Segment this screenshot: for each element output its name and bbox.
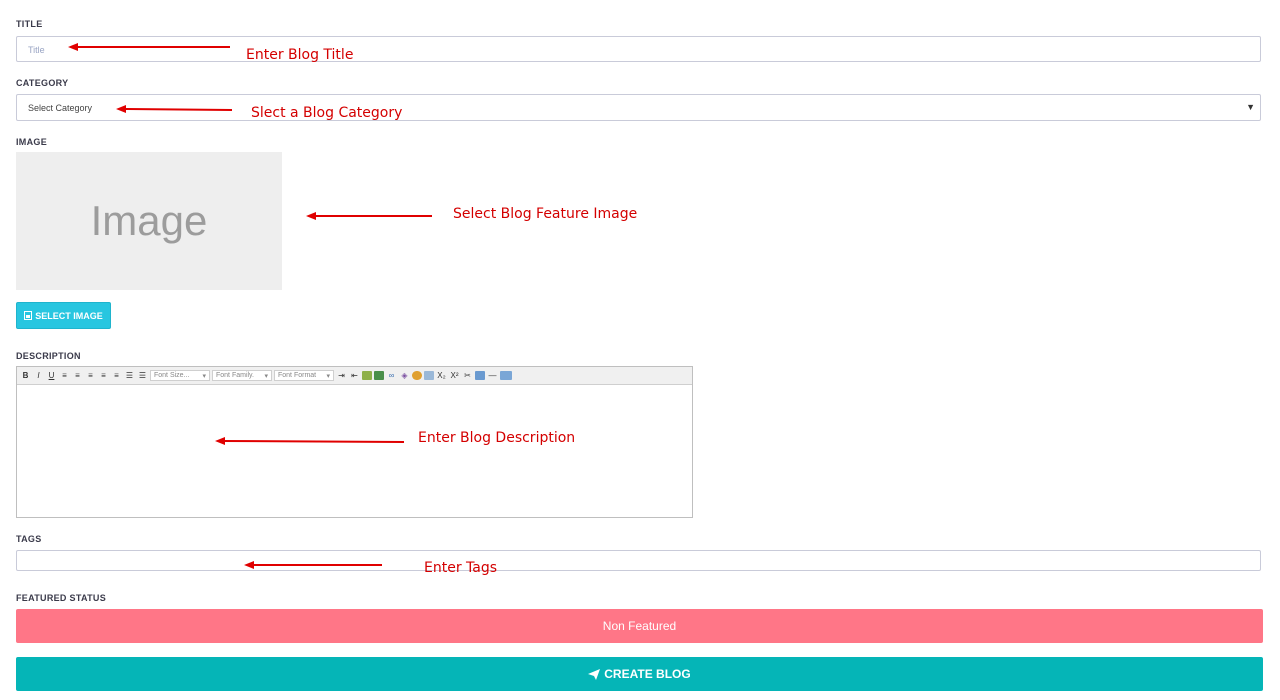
editor-toolbar: B I U ≡ ≡ ≡ ≡ ≡ ☰ ☰ Font Size... ▾ Font … bbox=[17, 367, 692, 385]
font-size-label: Font Size... bbox=[154, 372, 190, 379]
select-image-label: SELECT IMAGE bbox=[35, 310, 103, 321]
insert-link-icon[interactable] bbox=[374, 371, 384, 380]
italic-button[interactable]: I bbox=[33, 370, 44, 381]
bold-button[interactable]: B bbox=[20, 370, 31, 381]
outdent-icon[interactable]: ⇤ bbox=[349, 370, 360, 381]
arrow-description-icon bbox=[215, 437, 405, 445]
font-family-caret-icon: ▾ bbox=[264, 372, 268, 380]
create-blog-button[interactable]: CREATE BLOG bbox=[16, 657, 1263, 691]
annotation-tags: Enter Tags bbox=[424, 560, 498, 576]
image-preview[interactable]: Image bbox=[16, 152, 282, 290]
table-icon[interactable] bbox=[424, 371, 434, 380]
insert-image-icon[interactable] bbox=[362, 371, 372, 380]
strikethrough-icon[interactable]: ≡ bbox=[59, 370, 70, 381]
image-placeholder-text: Image bbox=[90, 197, 208, 244]
font-format-caret-icon: ▾ bbox=[326, 372, 330, 380]
image-file-icon bbox=[24, 311, 33, 320]
font-format-select[interactable]: Font Format ▾ bbox=[274, 370, 334, 381]
align-left-icon[interactable]: ≡ bbox=[72, 370, 83, 381]
category-selected-value: Select Category bbox=[28, 103, 93, 113]
unlink-icon[interactable]: ∞ bbox=[386, 370, 397, 381]
subscript-button[interactable]: X₂ bbox=[436, 370, 447, 381]
align-center-icon[interactable]: ≡ bbox=[85, 370, 96, 381]
paper-plane-icon bbox=[588, 668, 601, 680]
featured-status-label: FEATURED STATUS bbox=[16, 593, 106, 603]
select-image-button[interactable]: SELECT IMAGE bbox=[16, 302, 111, 329]
font-family-label: Font Family. bbox=[216, 372, 254, 379]
arrow-tags-icon bbox=[244, 561, 382, 569]
underline-button[interactable]: U bbox=[46, 370, 57, 381]
caret-down-icon: ▼ bbox=[1246, 102, 1255, 112]
title-placeholder: Title bbox=[28, 45, 45, 55]
horizontal-rule-icon[interactable]: — bbox=[487, 370, 498, 381]
superscript-button[interactable]: X² bbox=[449, 370, 460, 381]
numbered-list-icon[interactable]: ☰ bbox=[137, 370, 148, 381]
bullet-list-icon[interactable]: ☰ bbox=[124, 370, 135, 381]
font-size-select[interactable]: Font Size... ▾ bbox=[150, 370, 210, 381]
font-family-select[interactable]: Font Family. ▾ bbox=[212, 370, 272, 381]
featured-status-value: Non Featured bbox=[602, 619, 677, 633]
category-label: CATEGORY bbox=[16, 78, 69, 88]
color-icon[interactable] bbox=[412, 371, 422, 380]
create-blog-label: CREATE BLOG bbox=[604, 667, 691, 681]
arrow-title-icon bbox=[68, 43, 230, 51]
title-label: TITLE bbox=[16, 19, 43, 29]
image-label: IMAGE bbox=[16, 137, 48, 147]
description-label: DESCRIPTION bbox=[16, 351, 81, 361]
code-icon[interactable]: ◈ bbox=[399, 370, 410, 381]
indent-icon[interactable]: ⇥ bbox=[336, 370, 347, 381]
font-format-label: Font Format bbox=[278, 372, 317, 379]
annotation-image: Select Blog Feature Image bbox=[453, 206, 638, 222]
annotation-description: Enter Blog Description bbox=[418, 430, 576, 446]
align-justify-icon[interactable]: ≡ bbox=[111, 370, 122, 381]
font-size-caret-icon: ▾ bbox=[202, 372, 206, 380]
arrow-image-icon bbox=[306, 212, 432, 220]
featured-status-toggle[interactable]: Non Featured bbox=[16, 609, 1263, 643]
tags-input[interactable] bbox=[16, 550, 1261, 571]
remove-format-icon[interactable]: ✂ bbox=[462, 370, 473, 381]
align-right-icon[interactable]: ≡ bbox=[98, 370, 109, 381]
annotation-title: Enter Blog Title bbox=[246, 47, 354, 63]
tags-label: TAGS bbox=[16, 534, 42, 544]
media-icon[interactable] bbox=[475, 371, 485, 380]
html-source-icon[interactable] bbox=[500, 371, 512, 380]
annotation-category: Slect a Blog Category bbox=[251, 105, 403, 121]
arrow-category-icon bbox=[116, 105, 233, 113]
